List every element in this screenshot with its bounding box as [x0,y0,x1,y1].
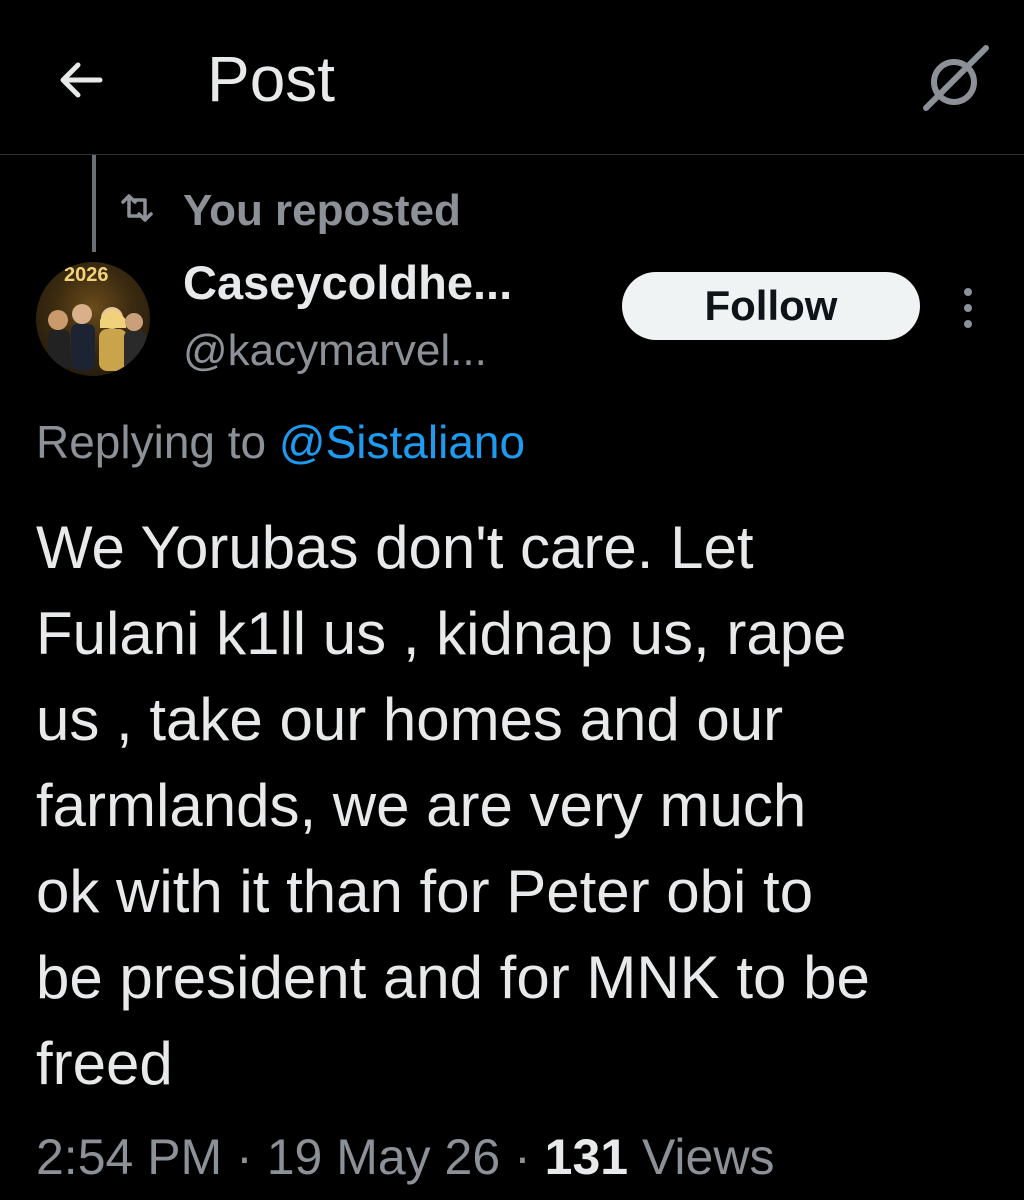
grok-icon [923,45,989,111]
views-count: 131 [544,1129,629,1185]
repost-icon [117,188,157,228]
more-vertical-icon [964,288,972,328]
post-time[interactable]: 2:54 PM [36,1129,222,1185]
avatar-banner-text: 2026 [64,264,109,286]
reply-mention-link[interactable]: @Sistaliano [279,416,525,468]
page-title: Post [207,43,336,115]
back-button[interactable] [52,50,112,110]
replying-to-prefix: Replying to [36,416,279,468]
repost-label: You reposted [183,186,461,235]
follow-button[interactable]: Follow [622,272,920,340]
post-meta: 2:54 PM · 19 May 26 · 131 Views [36,1128,774,1186]
author-handle[interactable]: @kacymarvel... [183,326,487,376]
grok-button[interactable] [918,42,992,116]
arrow-left-icon [60,62,103,98]
meta-separator: · [514,1129,531,1185]
post-date[interactable]: 19 May 26 [267,1129,500,1185]
views-label: Views [641,1129,775,1185]
thread-line [92,155,96,252]
meta-separator: · [236,1129,253,1185]
replying-to: Replying to @Sistaliano [36,415,525,469]
author-display-name[interactable]: Caseycoldhe... [183,255,512,310]
top-app-bar: Post [0,0,1024,155]
post-text: We Yorubas don't care. Let Fulani k1ll u… [36,514,870,1097]
more-options-button[interactable] [950,282,986,334]
header-divider [0,154,1024,155]
avatar[interactable]: 2026 [36,262,150,376]
